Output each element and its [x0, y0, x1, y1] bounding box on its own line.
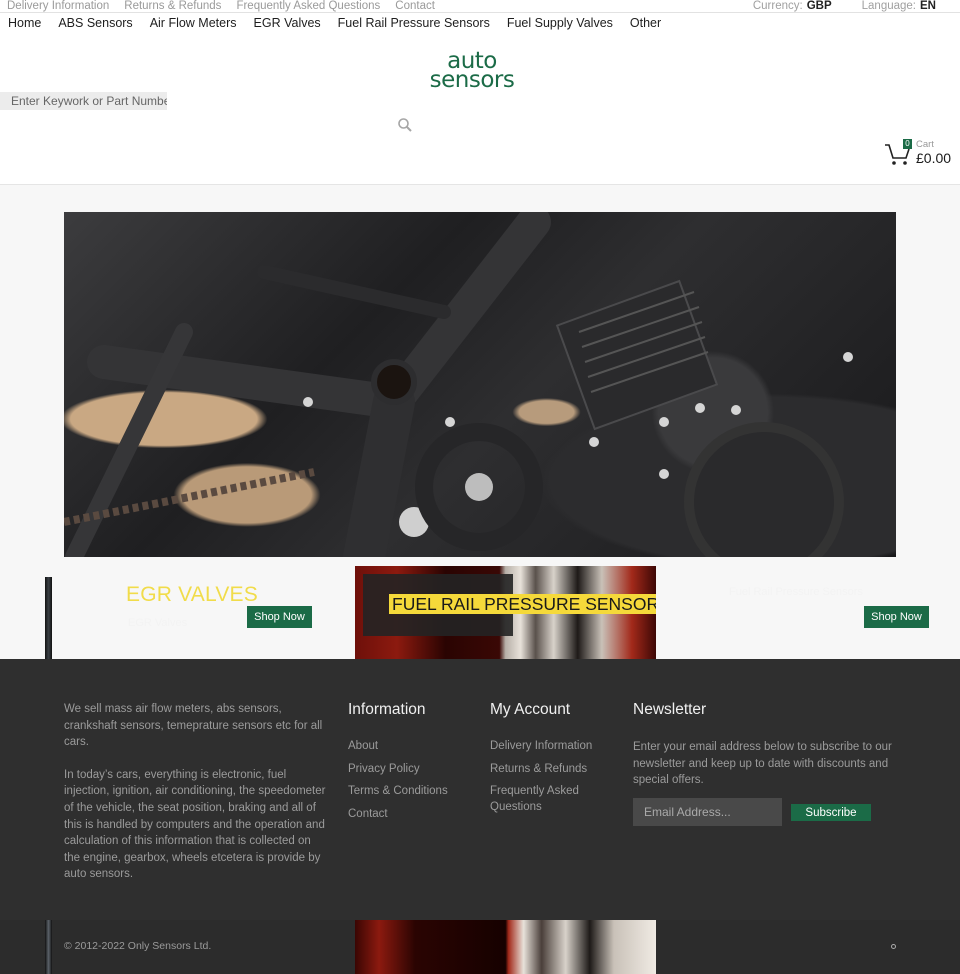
- preferences: Currency:GBP ⌄ Language:EN ⌄: [752, 0, 950, 19]
- footer-link-faq[interactable]: Frequently Asked Questions: [490, 784, 605, 815]
- about-paragraph-2: In today’s cars, everything is electroni…: [64, 768, 326, 881]
- newsletter-email-input[interactable]: [633, 798, 782, 826]
- banner-image-edge: [45, 920, 52, 974]
- copyright-text: © 2012-2022 Only Sensors Ltd.: [64, 940, 212, 952]
- egr-banner-subtitle: EGR Valves: [128, 617, 188, 629]
- hero-artwork: [64, 212, 853, 557]
- nav-item-home[interactable]: Home: [8, 15, 41, 31]
- scroll-top-icon[interactable]: [891, 944, 896, 949]
- language-value: EN: [920, 0, 936, 12]
- egr-shop-now-button[interactable]: Shop Now: [247, 606, 312, 628]
- language-label: Language:: [861, 0, 917, 12]
- nav-item-fuel-supply-valves[interactable]: Fuel Supply Valves: [507, 15, 613, 31]
- top-link-delivery[interactable]: Delivery Information: [7, 0, 109, 13]
- top-utility-bar: Delivery Information Returns & Refunds F…: [0, 0, 960, 19]
- footer-about: We sell mass air flow meters, abs sensor…: [64, 701, 329, 883]
- cart-button[interactable]: 0 Cart £0.00: [884, 139, 956, 169]
- footer-link-contact[interactable]: Contact: [348, 807, 448, 823]
- footer-link-returns[interactable]: Returns & Refunds: [490, 762, 605, 778]
- nav-item-egr-valves[interactable]: EGR Valves: [254, 15, 321, 31]
- footer-link-terms[interactable]: Terms & Conditions: [348, 784, 448, 800]
- nav-item-other[interactable]: Other: [630, 15, 661, 31]
- top-links: Delivery Information Returns & Refunds F…: [7, 0, 435, 13]
- top-link-faq[interactable]: Frequently Asked Questions: [236, 0, 380, 13]
- currency-selector[interactable]: Currency:GBP ⌄: [752, 0, 846, 19]
- site-logo[interactable]: auto sensors: [422, 50, 522, 93]
- footer-link-delivery[interactable]: Delivery Information: [490, 739, 605, 755]
- cart-total: £0.00: [916, 150, 952, 166]
- my-account-heading: My Account: [490, 701, 571, 718]
- information-heading: Information: [348, 701, 426, 718]
- cart-label: Cart: [916, 139, 934, 150]
- cart-count-badge: 0: [903, 139, 912, 149]
- egr-banner-title: EGR VALVES: [126, 583, 258, 606]
- nav-item-abs-sensors[interactable]: ABS Sensors: [58, 15, 132, 31]
- footer-link-privacy-policy[interactable]: Privacy Policy: [348, 762, 448, 778]
- logo-line-2: sensors: [429, 67, 515, 93]
- fuel-rail-banner[interactable]: FUEL RAIL PRESSURE SENSORS: [355, 566, 656, 659]
- hero-image: [64, 212, 896, 557]
- top-link-returns[interactable]: Returns & Refunds: [124, 0, 221, 13]
- banner-image-edge: [45, 577, 52, 659]
- information-links: About Privacy Policy Terms & Conditions …: [348, 739, 448, 829]
- account-links: Delivery Information Returns & Refunds F…: [490, 739, 605, 822]
- about-paragraph-1: We sell mass air flow meters, abs sensor…: [64, 703, 323, 749]
- subscribe-button[interactable]: Subscribe: [791, 804, 871, 821]
- fuel-rail-banner-caption: Fuel Rail Pressure Sensors: [729, 586, 863, 598]
- search-icon: [398, 118, 412, 132]
- banner-image-fragment: [355, 920, 656, 974]
- currency-value: GBP: [806, 0, 832, 12]
- language-selector[interactable]: Language:EN ⌄: [861, 0, 950, 19]
- newsletter-text: Enter your email address below to subscr…: [633, 741, 892, 787]
- top-link-contact[interactable]: Contact: [395, 0, 435, 13]
- site-header: Home ABS Sensors Air Flow Meters EGR Val…: [0, 13, 960, 185]
- search-input[interactable]: [0, 92, 167, 110]
- nav-item-fuel-rail-pressure-sensors[interactable]: Fuel Rail Pressure Sensors: [338, 15, 490, 31]
- fuel-rail-banner-title: FUEL RAIL PRESSURE SENSORS: [389, 594, 656, 614]
- newsletter-heading: Newsletter: [633, 701, 707, 718]
- site-footer: We sell mass air flow meters, abs sensor…: [0, 659, 960, 920]
- nav-item-air-flow-meters[interactable]: Air Flow Meters: [150, 15, 237, 31]
- footer-link-about[interactable]: About: [348, 739, 448, 755]
- search-button[interactable]: [397, 117, 413, 133]
- fuel-rail-shop-now-button[interactable]: Shop Now: [864, 606, 929, 628]
- footer-bottom-bar: © 2012-2022 Only Sensors Ltd.: [0, 920, 960, 974]
- currency-label: Currency:: [752, 0, 803, 12]
- main-nav: Home ABS Sensors Air Flow Meters EGR Val…: [8, 15, 661, 31]
